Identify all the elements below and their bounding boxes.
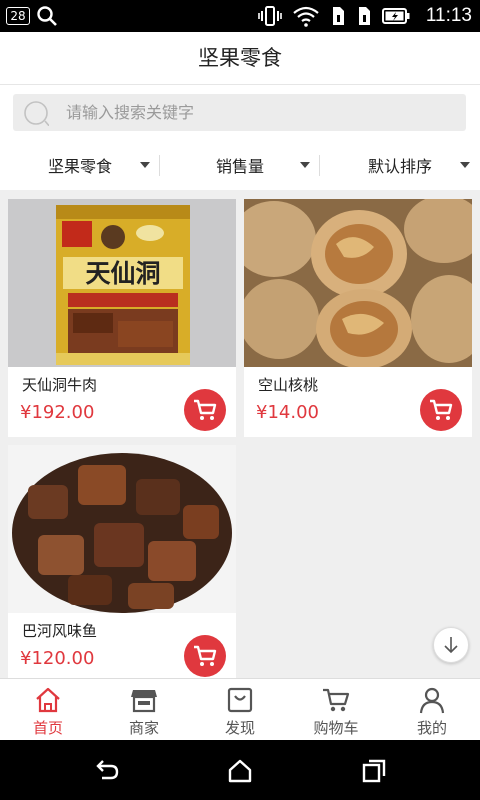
system-nav-bar <box>0 740 480 800</box>
nav-cart[interactable]: 购物车 <box>288 679 384 741</box>
product-name[interactable]: 空山核桃 <box>258 374 318 395</box>
wifi-icon <box>293 6 319 27</box>
nav-label: 首页 <box>32 719 63 737</box>
filter-sales[interactable]: 销售量 <box>160 140 320 190</box>
product-name[interactable]: 巴河风味鱼 <box>22 620 97 641</box>
cart-icon <box>323 688 350 712</box>
signal-sim1-icon <box>332 7 344 25</box>
nav-discover[interactable]: 发现 <box>192 679 288 741</box>
back-icon[interactable] <box>94 758 120 784</box>
arrow-down-icon <box>444 637 458 654</box>
filter-category[interactable]: 坚果零食 <box>0 140 160 190</box>
search-bar: 请输入搜索关键字 <box>0 85 480 140</box>
battery-icon <box>381 8 410 24</box>
product-image[interactable] <box>244 199 472 367</box>
product-image[interactable]: 天仙洞 <box>8 199 236 367</box>
nav-merchants[interactable]: 商家 <box>96 679 192 741</box>
nav-profile[interactable]: 我的 <box>384 679 480 741</box>
product-card[interactable]: 空山核桃 ¥14.00 <box>244 199 472 437</box>
product-card[interactable]: 巴河风味鱼 ¥120.00 <box>8 445 236 683</box>
notification-badge: 28 <box>6 7 30 25</box>
recents-icon[interactable] <box>361 758 387 784</box>
nav-label: 购物车 <box>313 719 359 737</box>
package-brand-text: 天仙洞 <box>85 259 160 288</box>
search-icon <box>24 101 49 126</box>
product-price: ¥120.00 <box>20 648 95 669</box>
add-to-cart-button[interactable] <box>184 635 226 677</box>
nav-home[interactable]: 首页 <box>0 679 96 741</box>
add-to-cart-button[interactable] <box>184 389 226 431</box>
user-icon <box>419 687 445 714</box>
clock: 11:13 <box>425 5 472 26</box>
filter-label: 默认排序 <box>367 157 432 176</box>
nav-label: 商家 <box>128 719 159 737</box>
product-price: ¥14.00 <box>256 402 319 423</box>
product-price: ¥192.00 <box>20 402 95 423</box>
search-placeholder: 请输入搜索关键字 <box>66 103 195 122</box>
dropdown-caret-icon <box>300 162 310 168</box>
cart-icon <box>430 399 453 420</box>
search-input[interactable]: 请输入搜索关键字 <box>13 94 466 131</box>
store-icon <box>131 690 157 713</box>
filter-bar: 坚果零食 销售量 默认排序 <box>0 140 480 190</box>
cart-icon <box>194 399 217 420</box>
add-to-cart-button[interactable] <box>420 389 462 431</box>
bottom-nav: 首页 商家 发现 购物车 我的 <box>0 678 480 741</box>
home-button-icon[interactable] <box>227 758 253 784</box>
cart-icon <box>194 645 217 666</box>
product-image[interactable] <box>8 445 236 613</box>
filter-label: 坚果零食 <box>47 157 112 176</box>
product-name[interactable]: 天仙洞牛肉 <box>22 374 97 395</box>
product-grid: 天仙洞 天仙洞牛肉 ¥192.00 空山核桃 ¥14.00 巴河风味鱼 ¥120… <box>0 190 480 683</box>
product-card[interactable]: 天仙洞 天仙洞牛肉 ¥192.00 <box>8 199 236 437</box>
filter-sort[interactable]: 默认排序 <box>320 140 480 190</box>
signal-sim2-icon <box>358 7 370 25</box>
nav-label: 我的 <box>416 719 447 737</box>
dropdown-caret-icon <box>460 162 470 168</box>
nav-label: 发现 <box>224 719 255 737</box>
filter-label: 销售量 <box>215 157 264 176</box>
vibrate-icon <box>258 6 282 26</box>
discover-icon <box>227 687 253 713</box>
dropdown-caret-icon <box>140 162 150 168</box>
status-bar: 28 11:13 <box>0 0 480 32</box>
home-icon <box>36 687 60 713</box>
search-icon <box>37 6 57 26</box>
page-title: 坚果零食 <box>0 32 480 85</box>
scroll-down-button[interactable] <box>433 627 469 663</box>
